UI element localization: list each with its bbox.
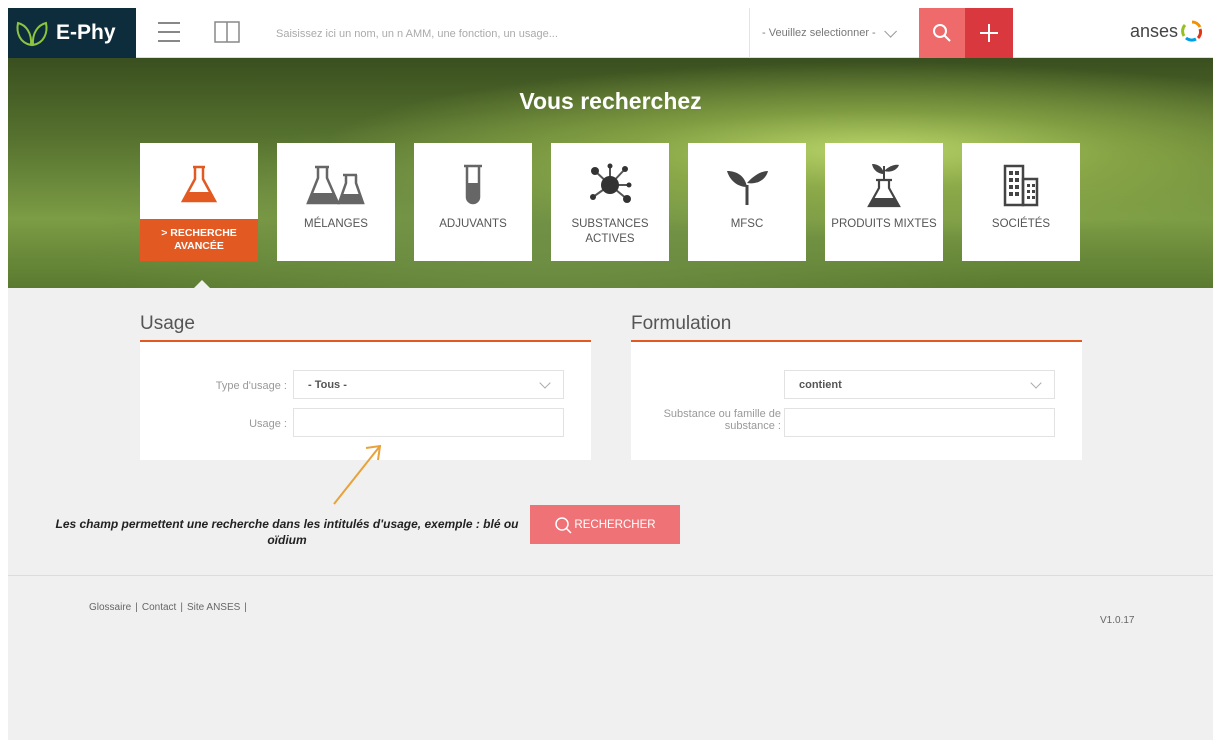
anses-logo-text: anses xyxy=(1129,20,1178,41)
operator-select[interactable]: contient xyxy=(784,370,1055,399)
chevron-down-icon xyxy=(1030,377,1042,389)
logo[interactable]: E-Phy xyxy=(8,8,136,58)
search-type-tiles: > RECHERCHE AVANCÉE MÉLANGES ADJUVANTS S… xyxy=(140,143,1080,261)
rechercher-button[interactable]: RECHERCHER xyxy=(530,505,680,544)
footer-links: Glossaire | Contact | Site ANSES | xyxy=(89,602,247,613)
tile-label: MÉLANGES xyxy=(304,218,368,230)
tile-produits-mixtes[interactable]: PRODUITS MIXTES xyxy=(825,143,943,261)
chevron-down-icon xyxy=(883,24,897,38)
search-icon xyxy=(933,24,951,42)
tile-label: PRODUITS MIXTES xyxy=(831,218,937,230)
active-tile-caret xyxy=(194,280,210,288)
chevron-down-icon xyxy=(539,377,551,389)
tile-label: > RECHERCHE AVANCÉE xyxy=(140,219,258,261)
top-header: E-Phy - Veuillez selectionner - anses xyxy=(8,8,1213,58)
usage-type-select[interactable]: - Tous - xyxy=(293,370,564,399)
tile-societes[interactable]: SOCIÉTÉS xyxy=(962,143,1080,261)
category-select-value: - Veuillez selectionner - xyxy=(762,27,876,39)
plant-flask-icon xyxy=(867,164,901,208)
tile-adjuvants[interactable]: ADJUVANTS xyxy=(414,143,532,261)
annotation-note: Les champ permettent une recherche dans … xyxy=(55,517,519,547)
tile-melanges[interactable]: MÉLANGES xyxy=(277,143,395,261)
leaf-logo-icon xyxy=(16,21,48,47)
usage-input[interactable] xyxy=(293,408,564,437)
annotation-arrow-icon xyxy=(333,444,382,505)
search-icon xyxy=(555,516,572,534)
tile-label: SUBSTANCES ACTIVES xyxy=(571,218,649,245)
category-select[interactable]: - Veuillez selectionner - xyxy=(749,8,919,58)
operator-select-value: contient xyxy=(799,378,842,391)
book-icon[interactable] xyxy=(214,20,240,44)
sprout-icon xyxy=(727,171,768,205)
anses-logo[interactable]: anses xyxy=(1130,20,1203,42)
tile-mfsc[interactable]: MFSC xyxy=(688,143,806,261)
buildings-icon xyxy=(1003,164,1039,207)
search-button[interactable] xyxy=(919,8,965,58)
menu-icon[interactable] xyxy=(158,22,180,42)
molecule-icon xyxy=(590,163,632,203)
usage-label: Usage : xyxy=(249,418,287,430)
usage-type-select-value: - Tous - xyxy=(308,378,347,391)
substance-label: Substance ou famille de substance : xyxy=(663,408,781,432)
tile-label: ADJUVANTS xyxy=(439,218,507,230)
formulation-panel: contient Substance ou famille de substan… xyxy=(631,340,1082,460)
usage-title: Usage xyxy=(140,313,195,334)
footer-link-site-anses[interactable]: Site ANSES xyxy=(187,602,240,613)
tile-recherche-avancee[interactable]: > RECHERCHE AVANCÉE xyxy=(140,143,258,261)
hero-banner: Vous recherchez > RECHERCHE AVANCÉE MÉLA… xyxy=(8,58,1213,288)
app-frame: E-Phy - Veuillez selectionner - anses xyxy=(8,8,1213,740)
hero-title: Vous recherchez xyxy=(519,88,702,114)
usage-type-label: Type d'usage : xyxy=(215,380,287,392)
logo-text: E-Phy xyxy=(56,21,116,44)
footer-link-glossaire[interactable]: Glossaire xyxy=(89,602,131,613)
test-tube-icon xyxy=(464,164,482,205)
substance-input[interactable] xyxy=(784,408,1055,437)
add-button[interactable] xyxy=(965,8,1013,58)
formulation-title: Formulation xyxy=(631,313,732,334)
tile-substances-actives[interactable]: SUBSTANCES ACTIVES xyxy=(551,143,669,261)
footer-divider xyxy=(8,575,1213,576)
plus-icon xyxy=(980,24,998,42)
anses-ring-icon xyxy=(1181,20,1202,42)
rechercher-button-label: RECHERCHER xyxy=(574,518,656,531)
version-label: V1.0.17 xyxy=(1100,615,1135,626)
tile-label: MFSC xyxy=(730,218,764,230)
footer-link-contact[interactable]: Contact xyxy=(142,602,176,613)
search-input[interactable] xyxy=(276,22,736,46)
flasks-icon xyxy=(306,165,365,205)
flask-icon xyxy=(180,165,218,203)
tile-label: SOCIÉTÉS xyxy=(991,218,1051,230)
